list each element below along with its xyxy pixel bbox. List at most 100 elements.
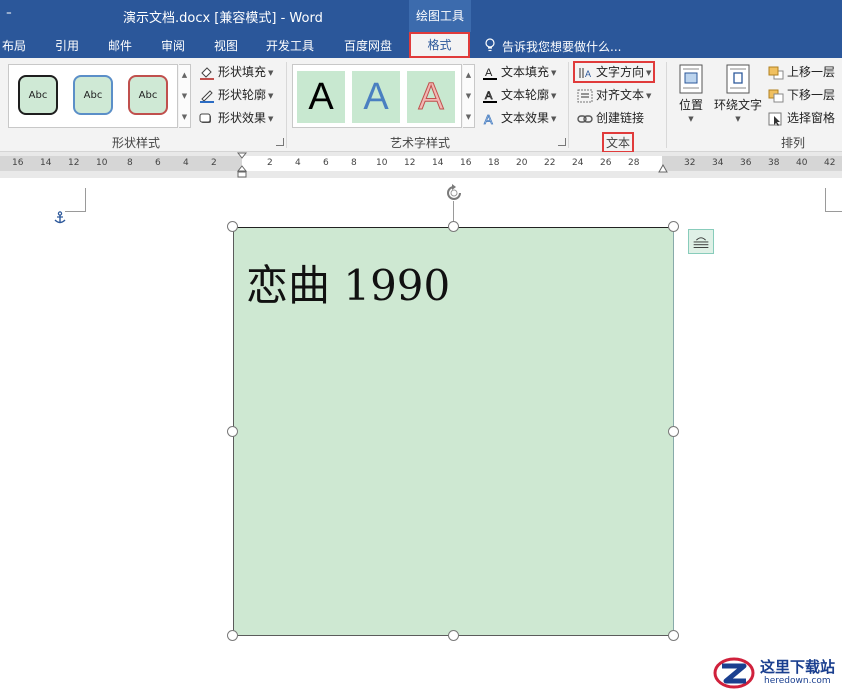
resize-handle-top-left[interactable] [227,221,238,232]
text-direction-button[interactable]: A 文字方向 ▼ [573,61,656,83]
text-effects-label: 文本效果 [501,111,550,125]
ruler-number: 12 [68,158,80,168]
resize-handle-bottom[interactable] [448,630,459,641]
tab-view[interactable]: 视图 [214,37,238,54]
indent-marker-icon[interactable] [237,152,247,178]
resize-handle-left[interactable] [227,426,238,437]
ruler-number: 32 [684,158,696,168]
wordart-gallery-scroll[interactable]: ▲ ▼ ▼ [463,64,475,128]
ruler-number: 2 [267,158,273,168]
watermark-site-name: 这里下载站 [760,658,836,676]
ribbon-format: Abc Abc Abc ▲ ▼ ▼ 形状填充 ▼ 形状轮廓 ▼ 形状效果 ▼ 形… [0,58,842,153]
group-label-text: 文本 [602,132,635,153]
group-label-arrange: 排列 [781,136,806,150]
shape-styles-gallery-scroll[interactable]: ▲ ▼ ▼ [179,64,191,128]
resize-handle-right[interactable] [668,426,679,437]
text-box-content[interactable]: 恋曲 1990 [246,252,450,313]
scroll-down-icon[interactable]: ▼ [463,86,474,107]
group-label-shape-styles: 形状样式 [112,136,161,150]
chevron-down-icon: ▼ [646,68,652,77]
ruler-number: 10 [96,158,108,168]
tab-developer[interactable]: 开发工具 [266,37,314,54]
ruler-number: 24 [572,158,584,168]
resize-handle-bottom-left[interactable] [227,630,238,641]
pen-outline-icon [200,89,214,103]
wordart-styles-gallery: A A A [292,64,462,128]
resize-handle-top-right[interactable] [668,221,679,232]
tab-mailings[interactable]: 邮件 [108,37,132,54]
text-outline-button[interactable]: A 文本轮廓 ▼ [482,86,556,104]
shape-effects-button[interactable]: 形状效果 ▼ [199,109,273,127]
page-corner-mark-right [825,188,842,212]
resize-handle-bottom-right[interactable] [668,630,679,641]
bring-forward-button[interactable]: 上移一层 [768,63,835,81]
scroll-down-icon[interactable]: ▼ [179,86,190,107]
shape-fill-button[interactable]: 形状填充 ▼ [199,63,273,81]
ruler-number: 2 [211,158,217,168]
resize-handle-top[interactable] [448,221,459,232]
tab-layout[interactable]: 布局 [2,37,26,54]
wrap-text-button[interactable]: 环绕文字 ▼ [712,64,764,123]
site-logo-icon [713,657,755,689]
text-box-shape[interactable]: 恋曲 1990 [233,227,674,636]
selection-pane-button[interactable]: 选择窗格 [768,109,835,127]
shape-outline-button[interactable]: 形状轮廓 ▼ [199,86,273,104]
paint-bucket-icon [200,66,214,80]
text-direction-label: 文字方向 [596,65,645,79]
wordart-preset[interactable]: A [352,71,400,123]
horizontal-ruler[interactable]: 16 14 12 10 8 6 4 2 2 4 6 8 10 12 14 16 … [0,152,842,178]
tab-format[interactable]: 格式 [409,32,470,58]
window-title: 演示文档.docx [兼容模式] - Word [123,11,323,26]
text-effects-button[interactable]: A 文本效果 ▼ [482,109,557,127]
shape-style-preset[interactable]: Abc [18,75,58,115]
shape-style-preset[interactable]: Abc [73,75,113,115]
quick-access-menu-icon[interactable]: ⁼ [6,8,12,21]
scroll-up-icon[interactable]: ▲ [179,65,190,86]
align-text-label: 对齐文本 [596,88,645,102]
right-indent-marker-icon[interactable] [658,164,668,174]
gallery-more-icon[interactable]: ▼ [463,107,474,128]
tab-references[interactable]: 引用 [55,37,79,54]
wordart-preset[interactable]: A [407,71,455,123]
svg-text:A: A [484,112,493,126]
tell-me-search[interactable]: 告诉我您想要做什么... [502,38,621,55]
shape-style-preset[interactable]: Abc [128,75,168,115]
dialog-launcher-icon[interactable] [558,138,566,146]
shape-outline-label: 形状轮廓 [218,88,267,102]
create-link-button[interactable]: 创建链接 [577,109,644,127]
watermark: 这里下载站 heredown.com [706,652,842,692]
text-fill-button[interactable]: A 文本填充 ▼ [482,63,556,81]
layout-options-icon[interactable] [688,229,714,254]
ruler-number: 36 [740,158,752,168]
send-backward-button[interactable]: 下移一层 [768,86,835,104]
send-backward-label: 下移一层 [787,88,836,102]
text-fill-icon: A [483,67,497,80]
shape-effects-icon [199,113,211,123]
svg-text:A: A [485,90,493,102]
group-divider [666,62,667,148]
ruler-number: 26 [600,158,612,168]
chevron-down-icon: ▼ [551,91,557,100]
svg-text:A: A [485,67,493,79]
page-corner-mark-left [65,188,86,212]
position-button[interactable]: 位置 ▼ [674,64,708,123]
svg-text:A: A [585,69,591,79]
ruler-number: 34 [712,158,724,168]
align-text-icon [577,89,593,102]
scroll-up-icon[interactable]: ▲ [463,65,474,86]
wordart-preset[interactable]: A [297,71,345,123]
text-fill-label: 文本填充 [501,65,550,79]
tab-review[interactable]: 审阅 [161,37,185,54]
ruler-number: 42 [824,158,836,168]
gallery-more-icon[interactable]: ▼ [179,107,190,128]
chevron-down-icon: ▼ [268,114,274,123]
rotate-handle-icon[interactable] [443,182,465,204]
align-text-button[interactable]: 对齐文本 ▼ [577,86,651,104]
ruler-number: 6 [155,158,161,168]
shape-style-preset-label: Abc [28,90,48,101]
wrap-text-label: 环绕文字 [713,98,762,112]
ruler-number: 6 [323,158,329,168]
shape-style-preset-label: Abc [138,90,158,101]
tab-baidu-netdisk[interactable]: 百度网盘 [344,37,392,54]
dialog-launcher-icon[interactable] [276,138,284,146]
